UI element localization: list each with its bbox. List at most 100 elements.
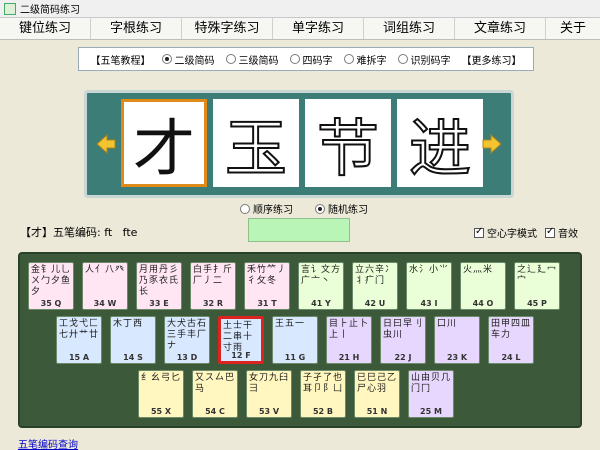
key-roots: 火灬米: [463, 265, 494, 275]
menu-key-practice[interactable]: 键位练习: [0, 18, 91, 39]
key-q[interactable]: 金钅儿乚ㄨ勹夕鱼夕 35 Q: [28, 262, 74, 310]
key-code: 35 Q: [40, 299, 62, 308]
sound-checkbox[interactable]: 音效: [545, 225, 578, 240]
key-u[interactable]: 立六辛冫丬疒门 42 U: [352, 262, 398, 310]
order-label: 随机练习: [328, 205, 368, 216]
mode-label: 难拆字: [356, 55, 387, 67]
key-roots: 月用丹彡乃豕衣氏长: [139, 265, 180, 297]
key-y[interactable]: 言讠文方广亠丶 41 Y: [298, 262, 344, 310]
key-a[interactable]: 工戈弋匚七廾艹廿 15 A: [56, 316, 102, 364]
prev-arrow-icon[interactable]: [95, 133, 117, 155]
char-box-next: 节: [305, 99, 391, 187]
key-code: 55 X: [150, 407, 172, 416]
checkbox-label: 空心字模式: [487, 229, 537, 240]
key-x[interactable]: 纟幺弓匕 55 X: [138, 370, 184, 418]
key-roots: 子孑了也耳卩阝凵: [303, 373, 344, 394]
key-s[interactable]: 木丁西 14 S: [110, 316, 156, 364]
mode-radio-four-code[interactable]: 四码字: [289, 52, 333, 67]
key-roots: 女刀九臼彐: [249, 373, 290, 394]
wubi-keyboard: 金钅儿乚ㄨ勹夕鱼夕 35 Q 人亻八癶 34 W 月用丹彡乃豕衣氏长 33 E 白手扌斤厂丿…: [18, 252, 582, 428]
key-roots: 禾竹⺮丿彳攵冬: [247, 265, 288, 286]
key-e[interactable]: 月用丹彡乃豕衣氏长 33 E: [136, 262, 182, 310]
menu-phrase-practice[interactable]: 词组练习: [364, 18, 455, 39]
key-k[interactable]: 口川 23 K: [434, 316, 480, 364]
mode-radio-hard-split[interactable]: 难拆字: [343, 52, 387, 67]
menu-bar: 键位练习 字根练习 特殊字练习 单字练习 词组练习 文章练习 关于: [0, 18, 600, 40]
key-code: 45 P: [527, 299, 547, 308]
key-n[interactable]: 已巳己乙尸心羽 51 N: [354, 370, 400, 418]
key-code: 23 K: [446, 353, 468, 362]
key-code: 42 U: [364, 299, 386, 308]
menu-about[interactable]: 关于: [546, 18, 600, 39]
order-radio-random[interactable]: 随机练习: [315, 201, 368, 216]
key-i[interactable]: 水氵小⺌ 43 I: [406, 262, 452, 310]
more-practice-link[interactable]: 【更多练习】: [462, 52, 522, 67]
menu-single-char-practice[interactable]: 单字练习: [273, 18, 364, 39]
radio-dot: [240, 203, 250, 214]
key-j[interactable]: 日曰早刂虫川 22 J: [380, 316, 426, 364]
key-code: 43 I: [420, 299, 438, 308]
key-code: 33 E: [149, 299, 169, 308]
key-h[interactable]: 目⺊止卜上丨 21 H: [326, 316, 372, 364]
key-code: 12 F: [231, 351, 251, 360]
key-code: 11 G: [284, 353, 306, 362]
key-m[interactable]: 山由贝几门冂 25 M: [408, 370, 454, 418]
mode-label: 识别码字: [410, 55, 451, 67]
key-code: 15 A: [68, 353, 90, 362]
order-options: 顺序练习 随机练习: [240, 201, 368, 216]
char-display: 才 玉 节 进: [84, 90, 514, 198]
radio-dot: [315, 203, 325, 214]
key-code: 31 T: [257, 299, 277, 308]
key-o[interactable]: 火灬米 44 O: [460, 262, 506, 310]
key-w[interactable]: 人亻八癶 34 W: [82, 262, 128, 310]
key-roots: 立六辛冫丬疒门: [355, 265, 396, 286]
key-l[interactable]: 田甲四皿车力 24 L: [488, 316, 534, 364]
key-roots: 山由贝几门冂: [411, 373, 452, 394]
key-f[interactable]: 土士干二串十寸雨 12 F: [218, 316, 264, 364]
key-code: 54 C: [205, 407, 225, 416]
mode-bar: 【五笔教程】 二级简码 三级简码 四码字 难拆字 识别码字 【更多练习】: [78, 47, 534, 71]
key-roots: 工戈弋匚七廾艹廿: [59, 319, 100, 340]
key-code: 14 S: [123, 353, 143, 362]
key-roots: 土士干二串十寸雨: [223, 321, 254, 353]
key-r[interactable]: 白手扌斤厂丿二 32 R: [190, 262, 236, 310]
key-roots: 纟幺弓匕: [141, 373, 182, 383]
key-code: 22 J: [394, 353, 412, 362]
menu-root-practice[interactable]: 字根练习: [91, 18, 182, 39]
key-roots: 大犬古石三手丰厂ナ: [167, 319, 208, 351]
key-code: 24 L: [501, 353, 521, 362]
order-radio-sequential[interactable]: 顺序练习: [240, 201, 293, 216]
key-roots: 日曰早刂虫川: [383, 319, 424, 340]
key-code: 51 N: [366, 407, 388, 416]
mode-radio-identify-code[interactable]: 识别码字: [397, 52, 451, 67]
next-arrow-icon[interactable]: [481, 133, 503, 155]
key-roots: 金钅儿乚ㄨ勹夕鱼夕: [31, 265, 72, 297]
key-t[interactable]: 禾竹⺮丿彳攵冬 31 T: [244, 262, 290, 310]
mode-radio-level3[interactable]: 三级简码: [225, 52, 279, 67]
answer-input[interactable]: [248, 218, 350, 242]
title-bar: 二级简码练习: [0, 0, 600, 18]
radio-dot: [289, 54, 300, 64]
key-p[interactable]: 之辶廴冖宀 45 P: [514, 262, 560, 310]
key-roots: 水氵小⺌: [409, 265, 450, 275]
hollow-mode-checkbox[interactable]: 空心字模式: [474, 225, 537, 240]
menu-article-practice[interactable]: 文章练习: [455, 18, 546, 39]
key-code: 52 B: [312, 407, 333, 416]
key-d[interactable]: 大犬古石三手丰厂ナ 13 D: [164, 316, 210, 364]
key-b[interactable]: 子孑了也耳卩阝凵 52 B: [300, 370, 346, 418]
key-v[interactable]: 女刀九臼彐 53 V: [246, 370, 292, 418]
code-info: 【才】五笔编码: ft fte: [20, 226, 138, 239]
tutorial-link[interactable]: 【五笔教程】: [91, 52, 151, 67]
char-box-next: 玉: [213, 99, 299, 187]
code-lookup-link[interactable]: 五笔编码查询: [18, 436, 78, 450]
char-box-next: 进: [397, 99, 483, 187]
key-g[interactable]: 王五一 11 G: [272, 316, 318, 364]
mode-radio-level2[interactable]: 二级简码: [161, 52, 215, 67]
key-roots: 木丁西: [113, 319, 144, 329]
key-code: 25 M: [420, 407, 442, 416]
char-box-current: 才: [121, 99, 207, 187]
radio-dot: [343, 54, 354, 64]
key-roots: 已巳己乙尸心羽: [357, 373, 398, 394]
menu-special-practice[interactable]: 特殊字练习: [182, 18, 273, 39]
key-c[interactable]: 又ス厶巴马 54 C: [192, 370, 238, 418]
